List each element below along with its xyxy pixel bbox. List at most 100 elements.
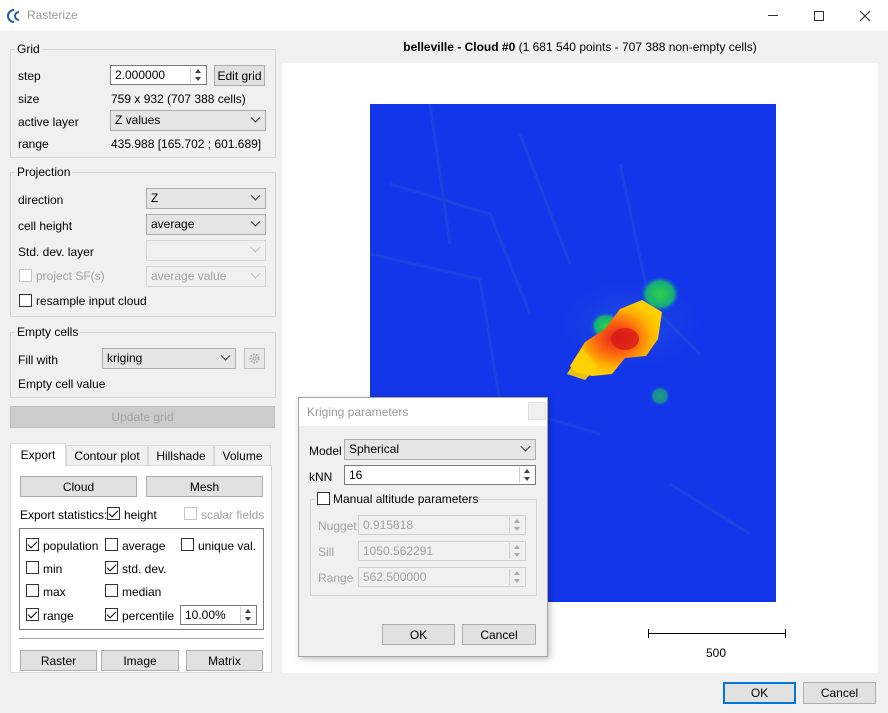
kriging-range-spinner[interactable] — [509, 569, 524, 585]
step-input[interactable]: 2.000000 — [110, 65, 207, 85]
median-checkbox[interactable] — [105, 584, 118, 597]
chevron-down-icon — [250, 190, 261, 201]
size-value: 759 x 932 (707 388 cells) — [111, 92, 246, 106]
direction-value: Z — [151, 191, 159, 205]
maximize-button[interactable] — [796, 0, 842, 31]
direction-label: direction — [18, 193, 64, 207]
range-checkbox[interactable] — [26, 608, 39, 621]
export-image-button[interactable]: Image — [101, 650, 179, 671]
kriging-ok-button[interactable]: OK — [382, 624, 455, 645]
scalar-fields-label: scalar fields — [201, 508, 265, 522]
fill-with-select[interactable]: kriging — [102, 348, 236, 369]
chevron-down-icon — [250, 268, 261, 279]
percentile-spinner[interactable] — [240, 607, 255, 623]
scale-bar-tick-left — [648, 629, 649, 638]
unique-values-checkbox[interactable] — [181, 538, 194, 551]
ok-button[interactable]: OK — [723, 682, 796, 704]
step-spinner[interactable] — [190, 67, 205, 83]
scale-label: 500 — [706, 646, 727, 660]
export-cloud-button[interactable]: Cloud — [20, 476, 137, 497]
empty-cell-value-label: Empty cell value — [18, 377, 106, 391]
sill-input[interactable]: 1050.562291 — [358, 541, 526, 561]
range-stat-label: range — [43, 609, 74, 623]
height-checkbox[interactable] — [107, 507, 120, 520]
unique-values-label: unique val. — [198, 539, 257, 553]
manual-altitude-checkbox[interactable] — [317, 492, 330, 505]
std-dev-layer-label: Std. dev. layer — [18, 245, 94, 259]
knn-spinner[interactable] — [519, 467, 534, 483]
percentile-checkbox[interactable] — [105, 608, 118, 621]
scalar-fields-checkbox[interactable] — [184, 507, 197, 520]
export-statistics-label: Export statistics: — [20, 508, 108, 522]
manual-altitude-label: Manual altitude parameters — [333, 492, 479, 506]
update-grid-button[interactable]: Update grid — [10, 406, 275, 428]
close-icon — [859, 10, 871, 21]
cancel-button[interactable]: Cancel — [803, 682, 876, 704]
model-value: Spherical — [349, 442, 400, 456]
export-matrix-button[interactable]: Matrix — [186, 650, 263, 671]
minimize-button[interactable] — [750, 0, 796, 31]
nugget-value: 0.915818 — [363, 518, 414, 532]
empty-cells-group-title: Empty cells — [15, 325, 81, 339]
active-layer-select[interactable]: Z values — [110, 110, 266, 131]
average-checkbox[interactable] — [105, 538, 118, 551]
project-sf-value: average value — [151, 269, 227, 283]
fill-with-label: Fill with — [18, 353, 59, 367]
tab-hillshade[interactable]: Hillshade — [148, 445, 214, 466]
gear-icon — [249, 353, 260, 364]
cloudcompare-logo-icon — [7, 9, 20, 23]
max-checkbox[interactable] — [26, 584, 39, 597]
knn-value: 16 — [349, 468, 363, 482]
maximize-icon — [814, 10, 824, 21]
kriging-cancel-button[interactable]: Cancel — [462, 624, 536, 645]
kriging-range-input[interactable]: 562.500000 — [358, 567, 526, 587]
percentile-value: 10.00% — [185, 608, 226, 622]
divider — [19, 638, 264, 639]
sill-value: 1050.562291 — [363, 544, 434, 558]
size-label: size — [18, 92, 40, 106]
tab-volume[interactable]: Volume — [214, 445, 271, 466]
step-label: step — [18, 69, 41, 83]
nugget-label: Nugget — [318, 519, 357, 533]
export-mesh-button[interactable]: Mesh — [146, 476, 263, 497]
chevron-down-icon — [250, 112, 261, 123]
nugget-spinner[interactable] — [509, 517, 524, 533]
std-dev-layer-select[interactable] — [146, 240, 266, 261]
kriging-close-button[interactable] — [528, 402, 546, 420]
chevron-down-icon — [250, 242, 261, 253]
min-checkbox[interactable] — [26, 561, 39, 574]
cell-height-label: cell height — [18, 219, 73, 233]
chevron-down-icon — [520, 441, 531, 452]
range-value: 435.988 [165.702 ; 601.689] — [111, 137, 262, 151]
population-checkbox[interactable] — [26, 538, 39, 551]
model-select[interactable]: Spherical — [344, 439, 536, 460]
tab-export[interactable]: Export — [10, 443, 66, 466]
project-sf-checkbox[interactable] — [19, 269, 32, 282]
resample-label: resample input cloud — [36, 294, 147, 308]
close-button[interactable] — [842, 0, 888, 31]
window-title: Rasterize — [27, 8, 78, 22]
height-label: height — [124, 508, 157, 522]
resample-checkbox[interactable] — [19, 294, 32, 307]
step-value: 2.000000 — [115, 68, 166, 82]
cell-height-select[interactable]: average — [146, 214, 266, 235]
direction-select[interactable]: Z — [146, 188, 266, 209]
percentile-input[interactable]: 10.00% — [180, 605, 257, 625]
tab-contour-plot[interactable]: Contour plot — [66, 445, 148, 466]
knn-input[interactable]: 16 — [344, 465, 536, 485]
cloud-name: belleville - Cloud #0 — [403, 40, 516, 54]
export-raster-button[interactable]: Raster — [20, 650, 97, 671]
nugget-input[interactable]: 0.915818 — [358, 515, 526, 535]
sill-spinner[interactable] — [509, 543, 524, 559]
max-label: max — [43, 585, 66, 599]
model-label: Model — [309, 444, 342, 458]
active-layer-value: Z values — [115, 113, 161, 127]
kriging-settings-button[interactable] — [244, 348, 265, 369]
project-sf-select[interactable]: average value — [146, 266, 266, 287]
view-title: belleville - Cloud #0 (1 681 540 points … — [282, 40, 878, 58]
range-label: range — [18, 137, 49, 151]
project-sf-label: project SF(s) — [36, 269, 105, 283]
edit-grid-button[interactable]: Edit grid — [214, 65, 265, 86]
std-dev-checkbox[interactable] — [105, 561, 118, 574]
grid-group-title: Grid — [15, 42, 42, 56]
